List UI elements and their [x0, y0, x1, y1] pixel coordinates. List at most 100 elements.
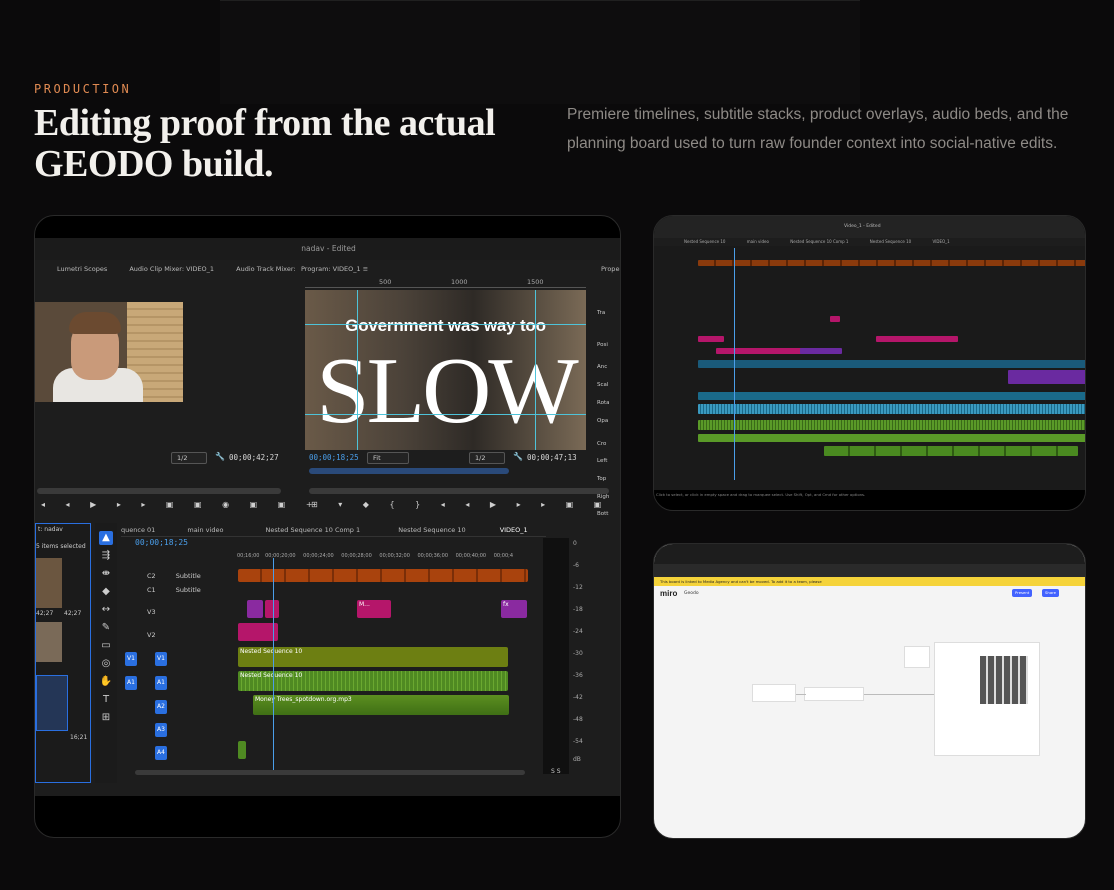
track-header-a4[interactable]: A4 [125, 743, 237, 763]
hand-tool-icon[interactable]: ✋ [99, 675, 113, 689]
tl-clip[interactable] [698, 336, 724, 342]
miro-frame[interactable] [904, 646, 930, 668]
source-wrench-icon[interactable]: 🔧 [215, 452, 225, 461]
timeline-playhead[interactable] [273, 558, 274, 770]
miro-present-button[interactable]: Present [1012, 589, 1033, 597]
tl-audio-row[interactable] [698, 420, 1085, 430]
properties-panel-tab[interactable]: Propert [601, 262, 620, 276]
track-header-a1[interactable]: A1 A1 [125, 673, 237, 693]
tl-tab[interactable]: VIDEO_1 [933, 239, 950, 244]
timeline-screenshot-card[interactable]: Video_1 - Edited Nested Sequence 10 main… [653, 215, 1086, 511]
tl-clip[interactable] [1008, 370, 1085, 384]
program-monitor-frame[interactable]: Government was way too SLOW [305, 290, 586, 450]
tl-cyan-row[interactable] [698, 360, 1085, 368]
tl-playhead[interactable] [734, 248, 735, 480]
sequence-tabs[interactable]: quence 01 main video Nested Sequence 10 … [121, 523, 546, 537]
production-section: PRODUCTION Editing proof from the actual… [0, 0, 1114, 890]
source-monitor-frame [35, 302, 183, 402]
project-thumb-selected[interactable] [36, 675, 68, 731]
timeline-window-title: Video_1 - Edited [844, 224, 881, 229]
tab-nested-comp[interactable]: Nested Sequence 10 Comp 1 [266, 526, 361, 534]
miro-frame[interactable] [804, 687, 864, 701]
program-wrench-icon[interactable]: 🔧 [513, 452, 523, 461]
miro-logo[interactable]: miro [660, 589, 677, 598]
project-tab[interactable]: t: nadav [38, 526, 63, 533]
v3-marker-clip[interactable]: M... [357, 600, 391, 618]
track-header-v1[interactable]: V1 V1 [125, 649, 237, 669]
track-select-tool-icon[interactable]: ⇶ [99, 549, 113, 563]
program-scrubber[interactable] [309, 488, 609, 494]
tab-audio-track-mixer[interactable]: Audio Track Mixer: VII [236, 265, 297, 273]
tl-cyan-row[interactable] [698, 392, 1085, 400]
pen-tool-icon[interactable]: ✎ [99, 621, 113, 635]
program-zoom-select[interactable]: 1/2 [469, 452, 505, 464]
meter-tick: -54 [573, 738, 583, 745]
tl-tab[interactable]: Nested Sequence 10 [684, 239, 725, 244]
project-thumb[interactable] [36, 622, 62, 662]
caption-tool-icon[interactable]: ⊞ [99, 711, 113, 725]
guide-line [357, 290, 358, 450]
program-fit-select[interactable]: Fit [367, 452, 409, 464]
source-transport-controls[interactable]: ◂ ◂ ▶ ▸ ▸ ▣ ▣ ◉ ▣ ▣ + [41, 500, 322, 512]
tl-clip[interactable] [830, 316, 840, 322]
v2-clip[interactable] [238, 623, 278, 641]
source-zoom-select[interactable]: 1/2 [171, 452, 207, 464]
v3-clip[interactable] [247, 600, 263, 618]
source-panel-tabs[interactable]: Lumetri Scopes Audio Clip Mixer: VIDEO_1… [57, 262, 297, 276]
miro-screenshot-card[interactable]: This board is linked to Media Agency and… [653, 543, 1086, 839]
track-header-v2[interactable]: V2 [125, 625, 237, 645]
project-panel[interactable]: t: nadav 5 items selected 42;27 42;27 16… [35, 523, 91, 783]
rectangle-tool-icon[interactable]: ▭ [99, 639, 113, 653]
tl-audio-row[interactable] [698, 404, 1085, 414]
tl-tab[interactable]: Nested Sequence 10 [870, 239, 911, 244]
tab-video-1[interactable]: VIDEO_1 [500, 526, 528, 534]
ripple-edit-tool-icon[interactable]: ⇼ [99, 567, 113, 581]
miro-board-name[interactable]: Geodo [684, 591, 699, 596]
miro-frame[interactable] [752, 684, 796, 702]
project-thumb[interactable] [36, 558, 62, 608]
meter-solo-buttons[interactable]: S S [551, 768, 561, 775]
program-zoom-bar[interactable] [309, 468, 509, 474]
tl-clip[interactable] [800, 348, 842, 354]
miro-image-collage[interactable] [980, 656, 1028, 704]
v1-nested-sequence-clip[interactable]: Nested Sequence 10 [238, 647, 508, 667]
program-panel-tab[interactable]: Program: VIDEO_1 ≡ [301, 262, 391, 276]
v3-clip[interactable] [265, 600, 279, 618]
timeline-scrollbar[interactable] [135, 770, 525, 775]
timeline-tabs[interactable]: Nested Sequence 10 main video Nested Seq… [654, 238, 1085, 246]
razor-tool-icon[interactable]: ◆ [99, 585, 113, 599]
track-header-a3[interactable]: A3 [125, 720, 237, 740]
tab-main-video[interactable]: main video [187, 526, 223, 534]
tl-clip[interactable] [876, 336, 958, 342]
a2-music-clip[interactable]: Money Trees_spotdown.org.mp3 [253, 695, 509, 715]
source-scrubber[interactable] [37, 488, 281, 494]
miro-connector [796, 694, 806, 695]
v3-clip[interactable]: fx [501, 600, 527, 618]
track-header-v3[interactable]: V3 [125, 602, 237, 622]
tab-nested-sequence[interactable]: Nested Sequence 10 [398, 526, 465, 534]
tl-audio-row[interactable] [698, 434, 1085, 442]
time-ruler[interactable]: 00;16;00 00;00;20;00 00;00;24;00 00;00;2… [237, 553, 527, 567]
miro-share-button[interactable]: Share [1042, 589, 1059, 597]
tl-tab[interactable]: main video [747, 239, 769, 244]
a1-nested-sequence-clip[interactable]: Nested Sequence 10 [238, 671, 508, 691]
tl-audio-row[interactable] [824, 446, 1078, 456]
slip-tool-icon[interactable]: ↔ [99, 603, 113, 617]
a4-clip[interactable] [238, 741, 246, 759]
selection-tool-icon[interactable]: ▲ [99, 531, 113, 545]
track-header-a2[interactable]: A2 [125, 697, 237, 717]
premiere-window-title: nadav - Edited [35, 238, 620, 260]
tab-audio-clip-mixer[interactable]: Audio Clip Mixer: VIDEO_1 [129, 265, 214, 273]
program-transport-controls[interactable]: ⊞ ▾ ◆ { } ◂ ◂ ▶ ▸ ▸ ▣ ▣ ◉ » + [311, 500, 620, 512]
subtitle-track-clips[interactable] [238, 569, 528, 582]
tl-clip[interactable] [716, 348, 804, 354]
tab-program[interactable]: Program: VIDEO_1 [301, 265, 361, 273]
tab-sequence-01[interactable]: quence 01 [121, 526, 155, 534]
premiere-screenshot-card[interactable]: nadav - Edited Lumetri Scopes Audio Clip… [34, 215, 621, 838]
track-header-c1[interactable]: C1 Subtitle [125, 580, 237, 600]
tl-tab[interactable]: Nested Sequence 10 Comp 1 [790, 239, 848, 244]
ellipse-tool-icon[interactable]: ◎ [99, 657, 113, 671]
tl-subtitle-row[interactable] [698, 260, 1085, 266]
type-tool-icon[interactable]: T [99, 693, 113, 707]
tab-lumetri-scopes[interactable]: Lumetri Scopes [57, 265, 107, 273]
